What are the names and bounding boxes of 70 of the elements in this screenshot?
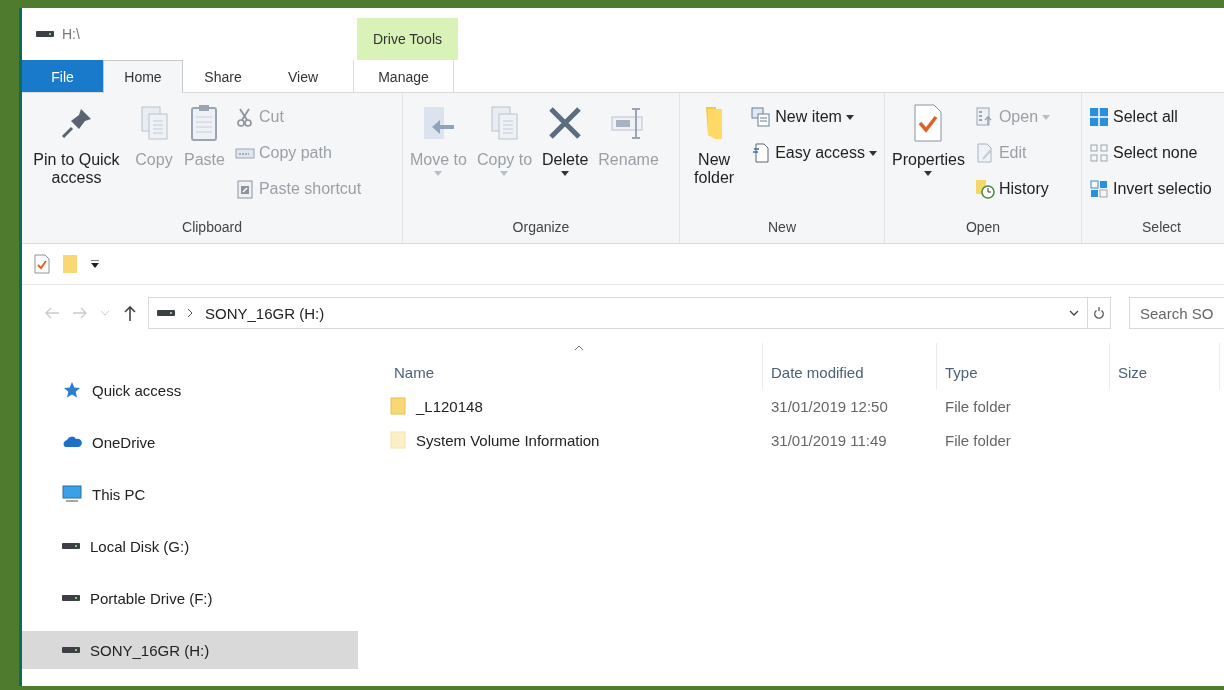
sidebar-item[interactable]: Local Disk (G:)	[22, 527, 358, 565]
drive-icon	[157, 309, 175, 317]
search-field[interactable]: Search SO	[1129, 297, 1224, 329]
customize-caret-icon[interactable]	[90, 260, 100, 268]
history-dropdown-icon[interactable]	[1069, 310, 1079, 316]
ribbon-group-label: Select	[1141, 219, 1182, 237]
path-segment[interactable]: SONY_16GR (H:)	[205, 304, 325, 322]
ribbon-button[interactable]: Select none	[1086, 138, 1215, 168]
caret-icon	[434, 171, 443, 176]
monitor-icon	[62, 484, 82, 504]
ribbon-button[interactable]: Easy access	[748, 138, 880, 168]
caret-icon	[845, 114, 854, 120]
ribbon-button[interactable]: Delete	[539, 101, 592, 219]
ribbon-group-label: Open	[964, 219, 1002, 237]
star-icon	[62, 380, 82, 400]
invert-selection-icon	[1089, 179, 1109, 199]
caret-icon	[561, 171, 570, 176]
caret-icon	[924, 171, 933, 176]
table-cell-text: 31/01/2019 12:50	[770, 397, 889, 415]
caret-icon	[1042, 114, 1051, 120]
ribbon-tab[interactable]: Share	[183, 60, 263, 92]
drive-icon	[62, 646, 80, 654]
clipboard-shortcut-icon	[234, 179, 255, 199]
refresh-button[interactable]	[1087, 297, 1111, 329]
drive-icon	[62, 594, 80, 602]
up-arrow-icon[interactable]	[122, 305, 138, 321]
column-header[interactable]: Date modified	[763, 343, 937, 389]
sidebar-item[interactable]: OneDrive	[22, 423, 358, 461]
window-title: H:\	[62, 26, 80, 42]
sidebar-item[interactable]: This PC	[22, 475, 358, 513]
new-item-icon	[751, 107, 772, 127]
file-menu-tab[interactable]: File	[22, 60, 103, 92]
ribbon-group-label: Organize	[511, 219, 571, 237]
column-header[interactable]: Type	[937, 343, 1110, 389]
history-clock-icon	[974, 179, 995, 199]
ribbon-group-label: New	[767, 219, 797, 237]
select-none-icon	[1089, 143, 1109, 163]
drive-icon	[36, 30, 54, 38]
sidebar-item[interactable]: SONY_16GR (H:)	[22, 631, 358, 669]
table-cell-text: File folder	[944, 431, 1012, 449]
sidebar-item[interactable]: Quick access	[22, 371, 358, 409]
contextual-tab-header: Drive Tools	[357, 18, 458, 60]
file-name[interactable]: _L120148	[416, 397, 483, 415]
ribbon-tab[interactable]: Manage	[353, 60, 454, 92]
sidebar-item[interactable]: Portable Drive (F:)	[22, 579, 358, 617]
caret-icon	[869, 150, 877, 156]
ribbon-button[interactable]: Pin to Quick access	[26, 101, 127, 219]
drive-icon	[62, 542, 80, 550]
column-header[interactable]: Size	[1110, 343, 1220, 389]
ribbon-button[interactable]: History	[971, 174, 1054, 204]
select-all-icon	[1089, 107, 1109, 127]
ribbon-button[interactable]: Select all	[1086, 102, 1215, 132]
ribbon-tab[interactable]: View	[263, 60, 343, 92]
ribbon-group-label: Clipboard	[181, 219, 243, 237]
edit-document-icon	[974, 143, 995, 163]
chevron-icon	[187, 308, 193, 318]
ribbon-button[interactable]: New folder	[684, 101, 745, 219]
properties-check-icon[interactable]	[34, 254, 50, 274]
ribbon-button[interactable]: Invert selectio	[1086, 174, 1215, 204]
table-cell-text: File folder	[944, 397, 1012, 415]
ribbon-button[interactable]: New item	[748, 102, 880, 132]
column-header[interactable]: Name	[386, 343, 763, 389]
caret-icon	[500, 171, 509, 176]
scissors-icon	[234, 107, 255, 127]
address-bar[interactable]: SONY_16GR (H:)	[148, 297, 1088, 329]
ribbon-button[interactable]: Properties	[889, 101, 968, 219]
document-icon	[751, 143, 772, 163]
ribbon-tab[interactable]: Home	[103, 60, 183, 93]
file-name[interactable]: System Volume Information	[416, 431, 600, 449]
table-cell-text: 31/01/2019 11:49	[770, 431, 888, 449]
